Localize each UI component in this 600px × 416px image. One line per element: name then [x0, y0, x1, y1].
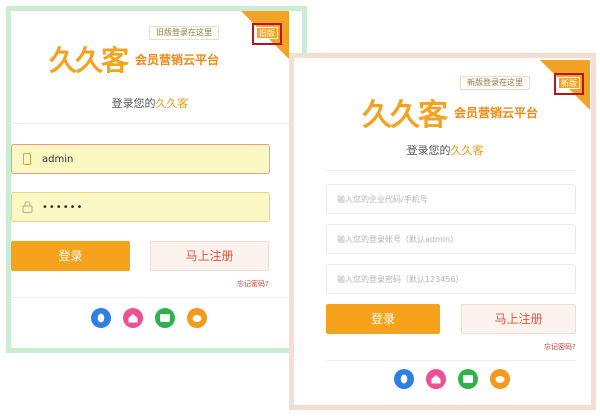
register-button[interactable]: 马上注册 — [461, 304, 576, 334]
login-subtitle: 登录您的久久客 — [406, 144, 484, 157]
divider — [326, 360, 576, 361]
login-button[interactable]: 登录 — [11, 241, 130, 271]
weibo-icon[interactable] — [490, 369, 510, 389]
home-icon[interactable] — [426, 369, 446, 389]
register-button[interactable]: 马上注册 — [150, 241, 269, 271]
divider — [11, 297, 289, 298]
user-icon — [20, 151, 34, 167]
weibo-icon[interactable] — [187, 308, 207, 328]
divider — [326, 170, 576, 171]
qq-icon[interactable] — [394, 369, 414, 389]
old-version-button[interactable]: 旧版 — [252, 23, 282, 45]
qq-icon[interactable] — [91, 308, 111, 328]
home-icon[interactable] — [123, 308, 143, 328]
company-code-field[interactable]: 输入您的企业代码/手机号 — [326, 184, 576, 214]
old-login-panel: 旧版登录在这里 旧版 久久客 会员营销云平台 登录您的久久客 admin •••… — [11, 11, 289, 341]
login-button[interactable]: 登录 — [326, 304, 440, 334]
username-field[interactable]: admin — [11, 144, 270, 174]
login-subtitle: 登录您的久久客 — [111, 97, 189, 110]
logo-text: 会员营销云平台 — [454, 105, 539, 120]
logo: 久久客 会员营销云平台 — [49, 39, 219, 79]
stage: 旧版登录在这里 旧版 久久客 会员营销云平台 登录您的久久客 admin •••… — [0, 0, 600, 416]
social-login-bar — [394, 369, 522, 389]
forgot-password-link[interactable]: 忘记密码? — [237, 279, 269, 289]
logo-mark: 久久客 — [362, 98, 448, 133]
logo: 久久客 会员营销云平台 — [362, 90, 538, 134]
logo-text: 会员营销云平台 — [135, 52, 220, 67]
lock-icon — [20, 199, 34, 215]
new-login-panel: 新版登录在这里 新版 久久客 会员营销云平台 登录您的久久客 输入您的企业代码/… — [300, 60, 590, 405]
new-version-button[interactable]: 新版 — [554, 73, 584, 95]
account-field[interactable]: 输入您的登录账号（默认admin） — [326, 224, 576, 254]
social-login-bar — [91, 308, 219, 328]
wechat-icon[interactable] — [155, 308, 175, 328]
new-login-hint[interactable]: 新版登录在这里 — [460, 76, 530, 90]
forgot-password-link[interactable]: 忘记密码? — [544, 342, 576, 352]
logo-mark: 久久客 — [49, 44, 129, 77]
password-field[interactable]: •••••• — [11, 192, 270, 222]
divider — [11, 123, 289, 124]
password-field[interactable]: 输入您的登录密码（默认123456） — [326, 264, 576, 294]
old-login-hint[interactable]: 旧版登录在这里 — [149, 26, 219, 40]
wechat-icon[interactable] — [458, 369, 478, 389]
